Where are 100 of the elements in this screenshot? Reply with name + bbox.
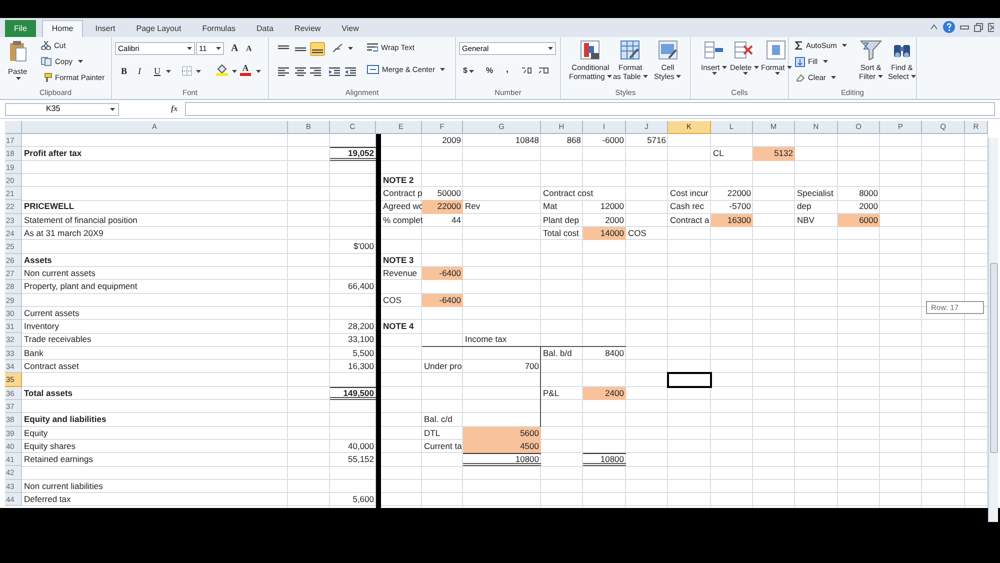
select-all-button[interactable] (5, 121, 22, 134)
caret-icon (910, 75, 916, 78)
close-icon (988, 22, 994, 32)
table-cell: NOTE 3 (383, 254, 414, 267)
caret-icon (469, 70, 474, 72)
total-cell: 19,052 (330, 147, 376, 161)
table-cell-text: 40,000 (348, 440, 374, 453)
table-cell-text: Bal. c/d (424, 413, 452, 426)
table-cell-text: Statement of financial position (24, 214, 138, 227)
insert-cells-icon (704, 40, 724, 60)
table-cell-text: Plant dep (543, 214, 579, 227)
caret-icon (774, 72, 780, 75)
comma-button[interactable]: , (506, 63, 509, 76)
shrink-font-button[interactable]: A (246, 43, 252, 55)
ribbon-tab[interactable]: Review (285, 20, 330, 37)
bold-button[interactable]: B (121, 65, 128, 78)
table-cell-text: dep (797, 200, 812, 214)
table-cell: 8000 (859, 187, 878, 200)
ribbon-tab[interactable]: View (332, 20, 368, 37)
caret-icon (110, 108, 115, 110)
clipboard-icon (8, 40, 27, 62)
table-cell: P&L (543, 386, 560, 400)
sort-filter-icon (860, 40, 882, 60)
table-cell: 22000 (727, 187, 751, 200)
table-cell: COS (383, 294, 402, 307)
align-center-icon (295, 67, 306, 76)
highlighted-cell: 2400 (583, 386, 626, 400)
caret-icon (216, 47, 221, 50)
table-cell: Contract p (383, 187, 422, 200)
table-cell-text: 66,400 (348, 280, 374, 294)
align-right-icon (310, 67, 321, 76)
table-cell-text: 2009 (442, 134, 461, 147)
increase-indent-icon (345, 67, 356, 76)
table-cell: 55,152 (348, 453, 374, 466)
caret-icon (166, 70, 171, 73)
table-cell-text: Current ta (424, 440, 462, 453)
format-cells-icon (766, 40, 786, 60)
scissors-icon (41, 41, 51, 50)
ribbon-tab[interactable]: File (5, 20, 36, 37)
align-bottom-button[interactable] (310, 42, 325, 56)
name-box[interactable]: K35 (5, 102, 119, 116)
column-header[interactable] (376, 121, 381, 134)
formula-input[interactable] (184, 102, 995, 116)
italic-button[interactable]: I (138, 65, 141, 78)
fill-down-icon (795, 56, 805, 67)
table-cell-text: 12000 (600, 200, 624, 214)
eraser-icon (795, 73, 805, 82)
table-cell-text: 44 (452, 214, 461, 227)
table-cell-text: -5700 (729, 200, 751, 214)
vertical-scrollbar[interactable] (988, 138, 998, 522)
table-cell: Contract cost (543, 187, 594, 200)
total-cell: 10800 (583, 453, 626, 466)
table-cell-text: Bal. b/d (543, 346, 572, 360)
table-cell-text: $'000 (353, 240, 374, 254)
highlighted-cell: 14000 (583, 227, 626, 240)
percent-button[interactable]: % (486, 65, 494, 77)
table-cell-text: Equity and liabilities (24, 413, 106, 426)
currency-button[interactable]: $ (463, 65, 474, 77)
highlighted-cell: 5132 (753, 147, 795, 161)
caret-icon (348, 47, 353, 50)
total-cell: 149,500 (330, 386, 376, 400)
table-cell-text: PRICEWELL (24, 200, 74, 214)
font-color-button[interactable]: A (240, 64, 251, 76)
table-cell-text: NBV (797, 214, 814, 227)
table-cell-text: Mat (543, 200, 558, 214)
table-cell: Contract asset (24, 360, 79, 374)
insert-function-button[interactable]: fx (171, 103, 178, 115)
caret-icon (606, 75, 612, 78)
table-cell-text: Current assets (24, 306, 80, 320)
table-cell: Deferred tax (24, 493, 71, 506)
ribbon-tab[interactable]: Data (248, 20, 282, 37)
table-cell: 700 (524, 360, 539, 374)
ribbon-tab[interactable]: Formulas (193, 20, 245, 37)
table-cell-text: NOTE 2 (383, 174, 414, 187)
highlighted-cell: 22000 (422, 200, 463, 214)
align-middle-icon (295, 45, 306, 54)
grow-font-button[interactable]: A (231, 41, 238, 56)
caret-icon (842, 44, 847, 48)
table-cell: Under pro (424, 360, 462, 374)
table-cell-text: 2000 (859, 200, 878, 214)
caret-icon (196, 70, 201, 73)
caret-icon (676, 75, 682, 78)
align-left-icon (278, 67, 289, 76)
ribbon-tab[interactable]: Insert (86, 20, 124, 37)
caret-icon (822, 60, 828, 64)
table-cell-text: Non current liabilities (24, 480, 103, 493)
underline-button[interactable]: U (154, 65, 160, 78)
decrease-decimal-icon (538, 66, 549, 75)
selected-cell[interactable] (667, 372, 712, 388)
minimize-icon (960, 23, 969, 31)
caret-icon (548, 47, 553, 50)
table-cell: Equity (24, 426, 48, 440)
ribbon-tab[interactable]: Home (42, 20, 84, 37)
conditional-formatting-icon (580, 40, 600, 60)
fill-color-icon (216, 64, 228, 76)
table-cell: 28,200 (348, 320, 374, 334)
decrease-indent-icon (329, 67, 340, 76)
ribbon-tab[interactable]: Page Layout (127, 20, 190, 37)
caret-icon (256, 70, 261, 73)
table-cell: 16,300 (348, 360, 374, 374)
